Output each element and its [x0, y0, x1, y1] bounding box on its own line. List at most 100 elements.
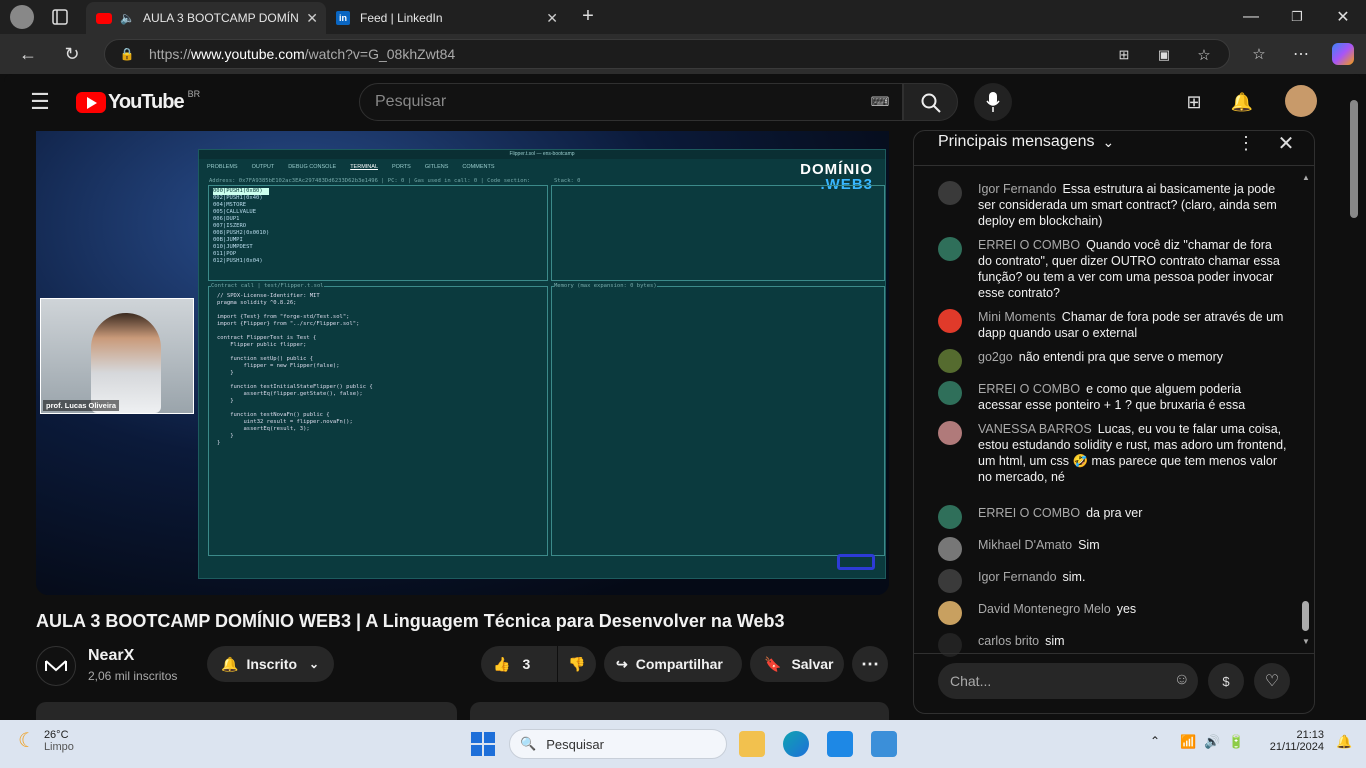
video-player[interactable]: Flipper.t.sol — ens-bootcamp PROBLEMS OU…	[36, 131, 889, 595]
tray-chevron-icon[interactable]: ⌃	[1150, 734, 1160, 748]
chat-message-body: VANESSA BARROS Lucas, eu vou te falar uma…	[978, 421, 1288, 485]
subscribe-label: Inscrito	[246, 656, 298, 672]
back-icon[interactable]: ←	[16, 42, 40, 66]
chat-author-avatar[interactable]	[938, 309, 962, 333]
close-icon[interactable]: ✕	[306, 10, 318, 27]
taskbar-search[interactable]: 🔍 Pesquisar	[509, 729, 727, 759]
chat-author-avatar[interactable]	[938, 181, 962, 205]
related-box[interactable]	[470, 702, 889, 720]
ide-tab: TERMINAL	[350, 164, 378, 170]
chat-author[interactable]: ERREI O COMBO	[978, 238, 1080, 252]
chat-author[interactable]: VANESSA BARROS	[978, 422, 1092, 436]
chat-header[interactable]: Principais mensagens ⌄	[938, 133, 1114, 151]
start-button[interactable]	[471, 732, 495, 756]
weather-widget[interactable]: ☾ 26°C Limpo	[18, 728, 74, 753]
favorites-icon[interactable]: ☆	[1248, 43, 1270, 65]
chat-author-avatar[interactable]	[938, 421, 962, 445]
heart-icon[interactable]: ♡	[1254, 663, 1290, 699]
taskbar-search-label: Pesquisar	[546, 736, 604, 752]
account-avatar[interactable]	[1285, 85, 1317, 117]
keyboard-icon[interactable]: ⌨	[870, 94, 890, 110]
more-horizontal-icon: ⋯	[861, 653, 879, 674]
file-explorer-icon[interactable]	[739, 731, 765, 757]
emoji-icon[interactable]: ☺	[1174, 671, 1190, 689]
close-icon[interactable]: ✕	[546, 10, 558, 27]
chat-author-avatar[interactable]	[938, 381, 962, 405]
edge-browser-icon[interactable]	[783, 731, 809, 757]
wifi-icon[interactable]: 📶	[1180, 734, 1196, 750]
chat-author-avatar[interactable]	[938, 601, 962, 625]
chat-author-avatar[interactable]	[938, 537, 962, 561]
chat-author[interactable]: ERREI O COMBO	[978, 382, 1080, 396]
dislike-button[interactable]: 👎	[558, 646, 596, 682]
favorite-star-icon[interactable]: ☆	[1195, 46, 1213, 64]
site-info-icon[interactable]: 🔒	[119, 46, 135, 62]
chat-scroll-up-icon[interactable]: ▲	[1302, 173, 1310, 182]
hamburger-menu-icon[interactable]: ☰	[28, 89, 52, 114]
channel-avatar[interactable]	[36, 646, 76, 686]
tab-actions-icon[interactable]	[50, 7, 70, 27]
chat-author[interactable]: ERREI O COMBO	[978, 506, 1080, 520]
share-button[interactable]: ↪ Compartilhar	[604, 646, 742, 682]
refresh-icon[interactable]: ↻	[60, 42, 84, 66]
description-box[interactable]	[36, 702, 457, 720]
chat-author-avatar[interactable]	[938, 237, 962, 261]
page-scrollbar[interactable]	[1350, 100, 1358, 218]
save-button[interactable]: 🔖 Salvar	[750, 646, 844, 682]
chat-input[interactable]: Chat... ☺	[938, 663, 1198, 699]
more-actions-button[interactable]: ⋯	[852, 646, 888, 682]
opcode-line: 005|CALLVALUE	[213, 209, 257, 215]
like-button[interactable]: 👍 3	[481, 646, 557, 682]
subscriber-count: 2,06 mil inscritos	[88, 669, 178, 683]
minimize-icon[interactable]: —	[1240, 6, 1262, 28]
tab-youtube[interactable]: 🔈 AULA 3 BOOTCAMP DOMÍNI ✕	[86, 2, 326, 34]
profile-avatar-icon[interactable]	[10, 5, 34, 29]
new-tab-icon[interactable]: +	[577, 5, 599, 27]
window-close-icon[interactable]: ✕	[1332, 6, 1354, 28]
notification-bell-icon[interactable]: 🔔	[1336, 734, 1352, 750]
url-field[interactable]: 🔒 https://www.youtube.com/watch?v=G_08kh…	[104, 39, 1230, 69]
tab-title: Feed | LinkedIn	[360, 11, 443, 25]
vscode-icon[interactable]	[827, 731, 853, 757]
chat-menu-icon[interactable]: ⋮	[1236, 131, 1256, 155]
chat-author-avatar[interactable]	[938, 569, 962, 593]
chat-author[interactable]: David Montenegro Melo	[978, 602, 1111, 616]
volume-icon[interactable]: 🔊	[1204, 734, 1220, 750]
copilot-icon[interactable]	[1332, 43, 1354, 65]
search-button[interactable]	[903, 83, 958, 121]
chat-author-avatar[interactable]	[938, 349, 962, 373]
chat-scroll-down-icon[interactable]: ▼	[1302, 637, 1310, 646]
notifications-bell-icon[interactable]: 🔔	[1230, 90, 1254, 114]
contract-label: Contract call | test/Flipper.t.sol	[211, 283, 324, 290]
chat-author-avatar[interactable]	[938, 505, 962, 529]
search-input[interactable]: Pesquisar ⌨	[359, 83, 903, 121]
channel-name[interactable]: NearX	[88, 647, 134, 665]
chat-author[interactable]: Igor Fernando	[978, 182, 1057, 196]
chat-scrollbar-thumb[interactable]	[1302, 601, 1309, 631]
super-chat-icon[interactable]: $	[1208, 663, 1244, 699]
chat-close-icon[interactable]: ✕	[1274, 131, 1298, 155]
thumbs-down-icon: 👎	[568, 655, 586, 672]
create-video-icon[interactable]: ⊞	[1182, 90, 1206, 114]
voice-search-button[interactable]	[974, 83, 1012, 121]
more-menu-icon[interactable]: ⋯	[1290, 43, 1312, 65]
clock[interactable]: 21:13 21/11/2024	[1258, 729, 1324, 753]
chat-author[interactable]: carlos brito	[978, 634, 1039, 648]
chat-author[interactable]: Mikhael D'Amato	[978, 538, 1072, 552]
code-line: import {Flipper} from "../src/Flipper.so…	[217, 321, 360, 327]
paint-app-icon[interactable]	[871, 731, 897, 757]
restore-icon[interactable]: ❐	[1286, 6, 1308, 28]
battery-icon[interactable]: 🔋	[1228, 734, 1244, 750]
chat-author[interactable]: Mini Moments	[978, 310, 1056, 324]
code-line: }	[217, 433, 234, 439]
tab-linkedin[interactable]: in Feed | LinkedIn ✕	[326, 2, 566, 34]
subscribe-button[interactable]: 🔔 Inscrito ⌄	[207, 646, 334, 682]
chat-author[interactable]: Igor Fernando	[978, 570, 1057, 584]
apps-icon[interactable]: ⊞	[1115, 46, 1133, 64]
chat-author[interactable]: go2go	[978, 350, 1013, 364]
speaker-icon[interactable]: 🔈	[120, 11, 135, 25]
youtube-logo[interactable]: YouTube BR	[76, 89, 200, 114]
chat-message-body: David Montenegro Melo yes	[978, 601, 1288, 617]
open-in-app-icon[interactable]: ▣	[1155, 46, 1173, 64]
